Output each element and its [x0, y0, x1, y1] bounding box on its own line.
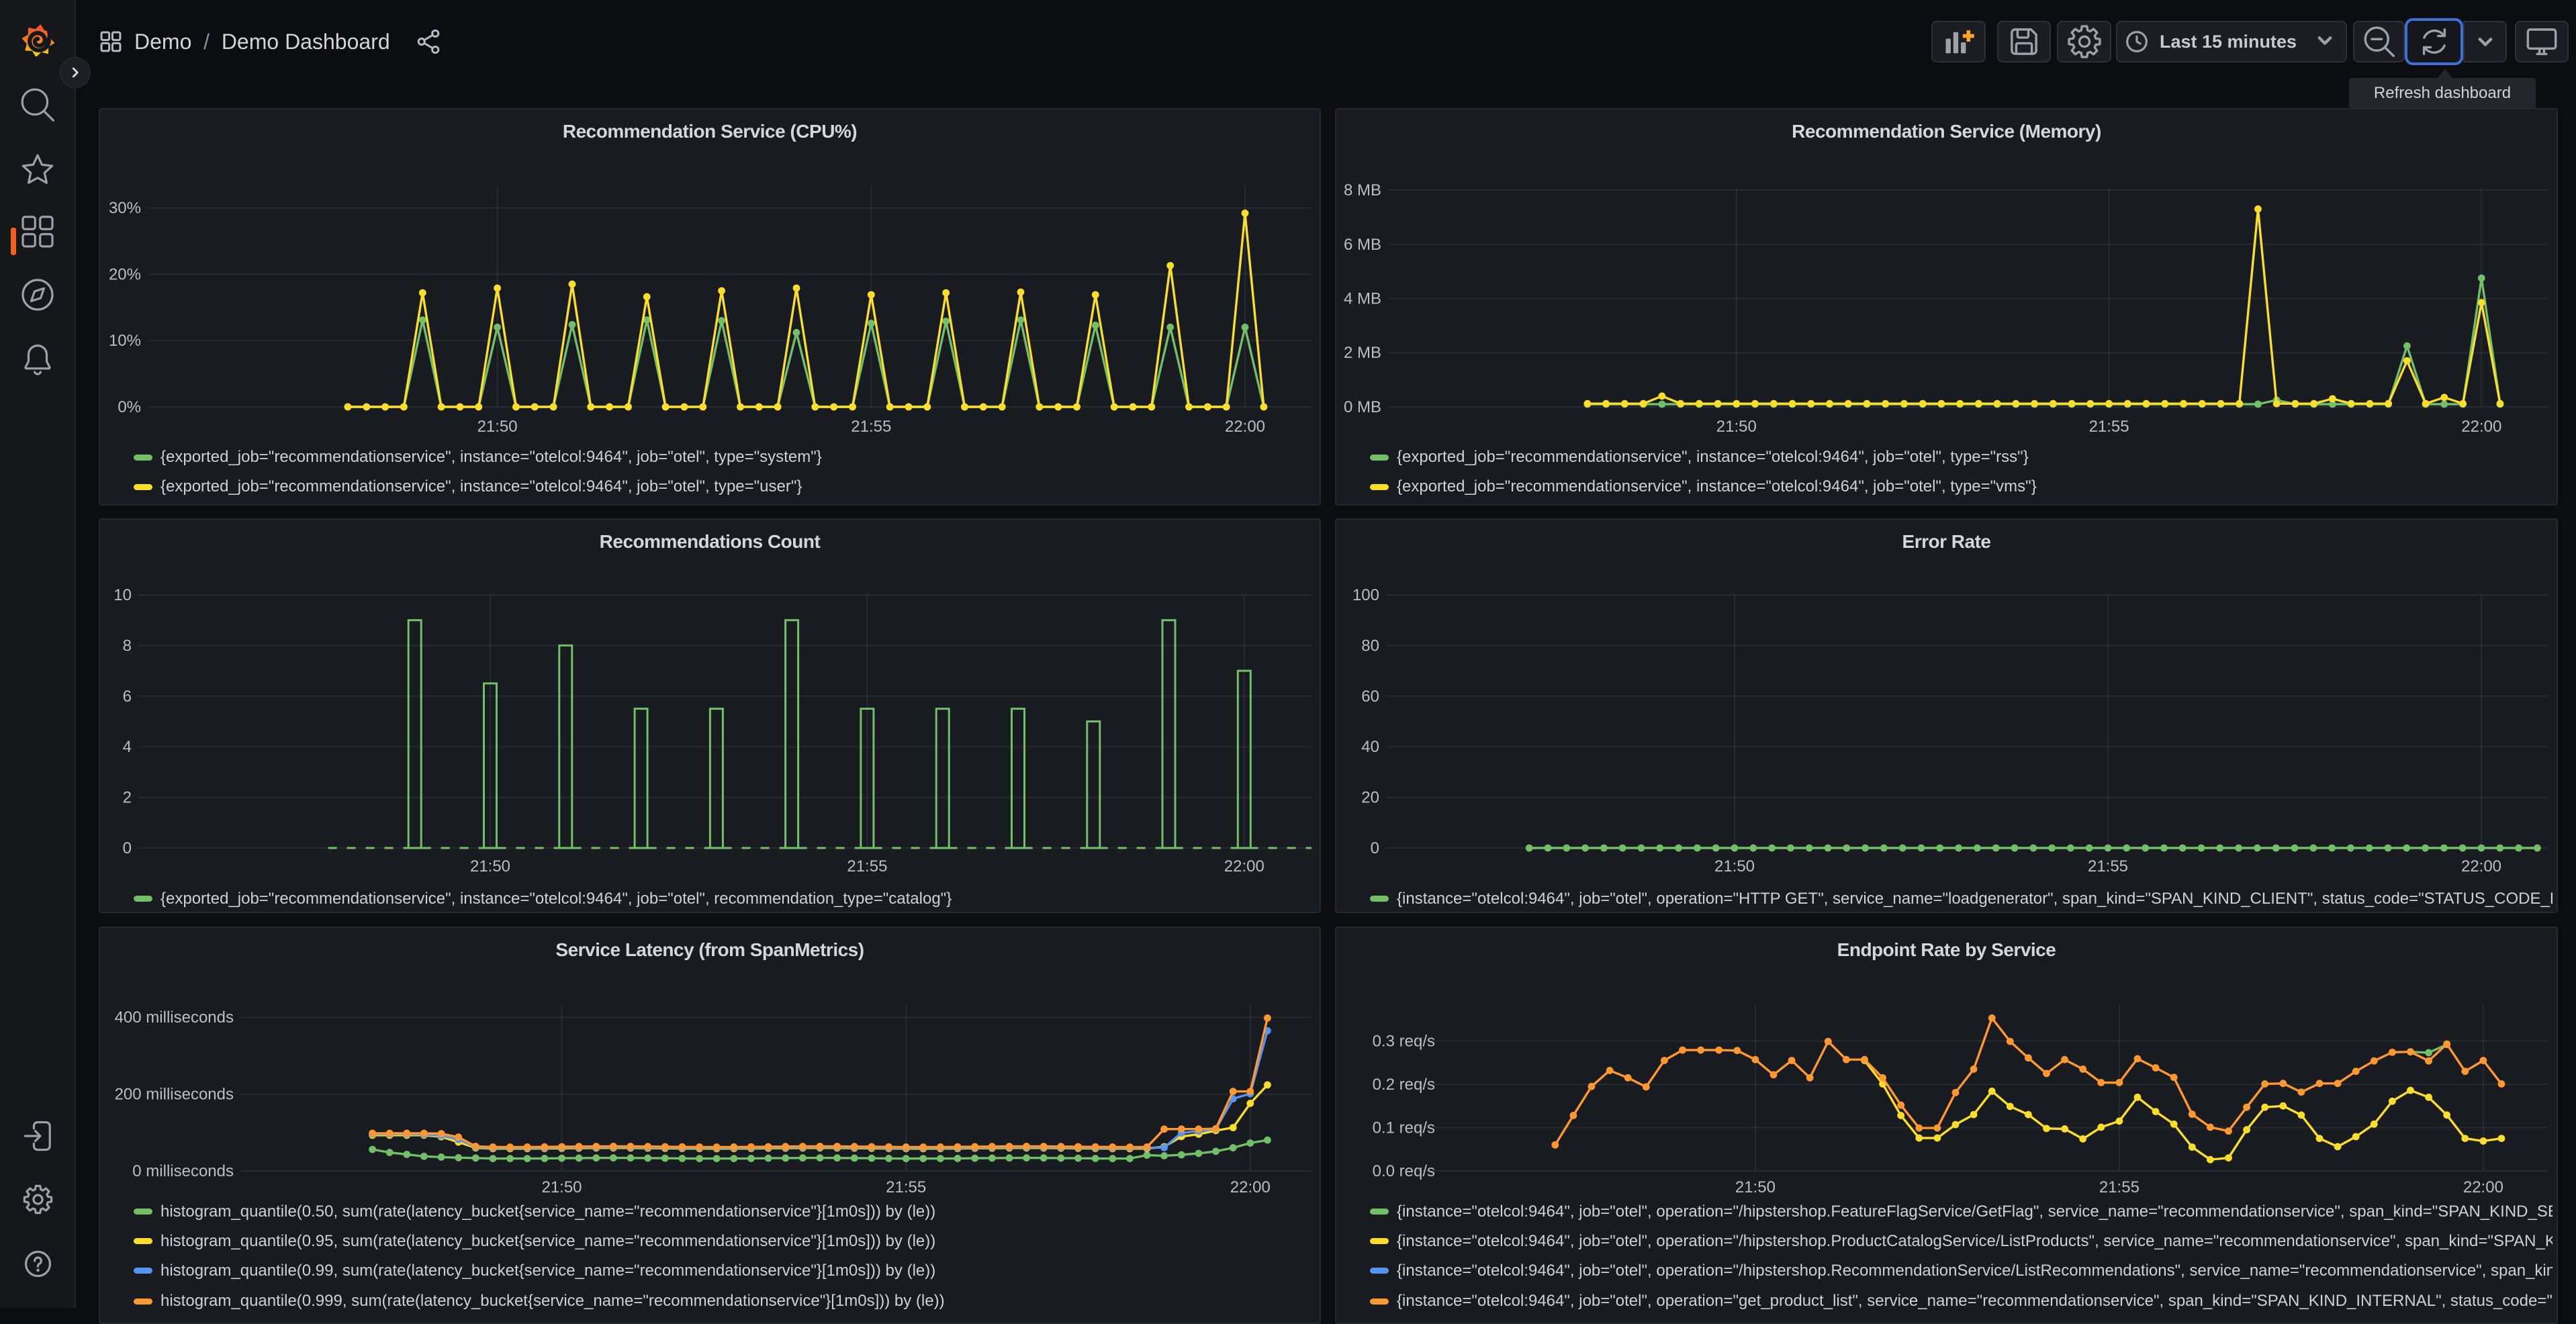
svg-text:8 MB: 8 MB	[1344, 181, 1381, 199]
svg-text:21:55: 21:55	[2099, 1178, 2140, 1196]
svg-text:4: 4	[123, 738, 132, 756]
svg-text:21:55: 21:55	[886, 1178, 926, 1196]
svg-text:0: 0	[123, 839, 132, 857]
svg-text:2 MB: 2 MB	[1344, 344, 1381, 362]
svg-text:10: 10	[113, 586, 132, 604]
svg-text:21:50: 21:50	[1714, 857, 1755, 876]
svg-text:6 MB: 6 MB	[1344, 236, 1381, 254]
svg-text:21:55: 21:55	[2089, 418, 2129, 436]
svg-text:20%: 20%	[109, 265, 141, 283]
svg-text:22:00: 22:00	[2461, 418, 2501, 436]
svg-text:8: 8	[123, 636, 132, 655]
svg-text:400 milliseconds: 400 milliseconds	[115, 1008, 234, 1027]
svg-text:22:00: 22:00	[1230, 1178, 1271, 1196]
svg-text:60: 60	[1361, 688, 1379, 706]
svg-text:22:00: 22:00	[2461, 857, 2501, 876]
svg-text:0%: 0%	[118, 398, 141, 416]
svg-text:80: 80	[1361, 636, 1379, 655]
svg-text:0: 0	[1371, 839, 1379, 857]
svg-text:22:00: 22:00	[1225, 418, 1265, 436]
svg-text:40: 40	[1361, 738, 1379, 756]
svg-text:21:50: 21:50	[1735, 1178, 1776, 1196]
svg-text:10%: 10%	[109, 332, 141, 350]
svg-text:21:50: 21:50	[477, 418, 518, 436]
svg-text:200 milliseconds: 200 milliseconds	[115, 1086, 234, 1104]
svg-text:0.3 req/s: 0.3 req/s	[1373, 1033, 1435, 1051]
svg-text:30%: 30%	[109, 199, 141, 218]
svg-text:21:55: 21:55	[847, 857, 887, 876]
svg-text:22:00: 22:00	[1224, 857, 1264, 876]
svg-text:0.1 req/s: 0.1 req/s	[1373, 1119, 1435, 1137]
svg-text:0 MB: 0 MB	[1344, 398, 1381, 416]
svg-text:4 MB: 4 MB	[1344, 290, 1381, 308]
svg-text:21:50: 21:50	[470, 857, 510, 876]
svg-text:0.0 req/s: 0.0 req/s	[1373, 1162, 1435, 1180]
svg-text:21:50: 21:50	[541, 1178, 582, 1196]
svg-text:2: 2	[123, 789, 132, 807]
svg-text:21:55: 21:55	[851, 418, 891, 436]
svg-text:6: 6	[123, 688, 132, 706]
svg-text:21:55: 21:55	[2088, 857, 2128, 876]
svg-text:22:00: 22:00	[2463, 1178, 2503, 1196]
svg-text:0.2 req/s: 0.2 req/s	[1373, 1076, 1435, 1094]
svg-text:100: 100	[1352, 586, 1379, 604]
svg-text:20: 20	[1361, 789, 1379, 807]
svg-text:21:50: 21:50	[1716, 418, 1757, 436]
svg-text:0 milliseconds: 0 milliseconds	[132, 1162, 234, 1180]
